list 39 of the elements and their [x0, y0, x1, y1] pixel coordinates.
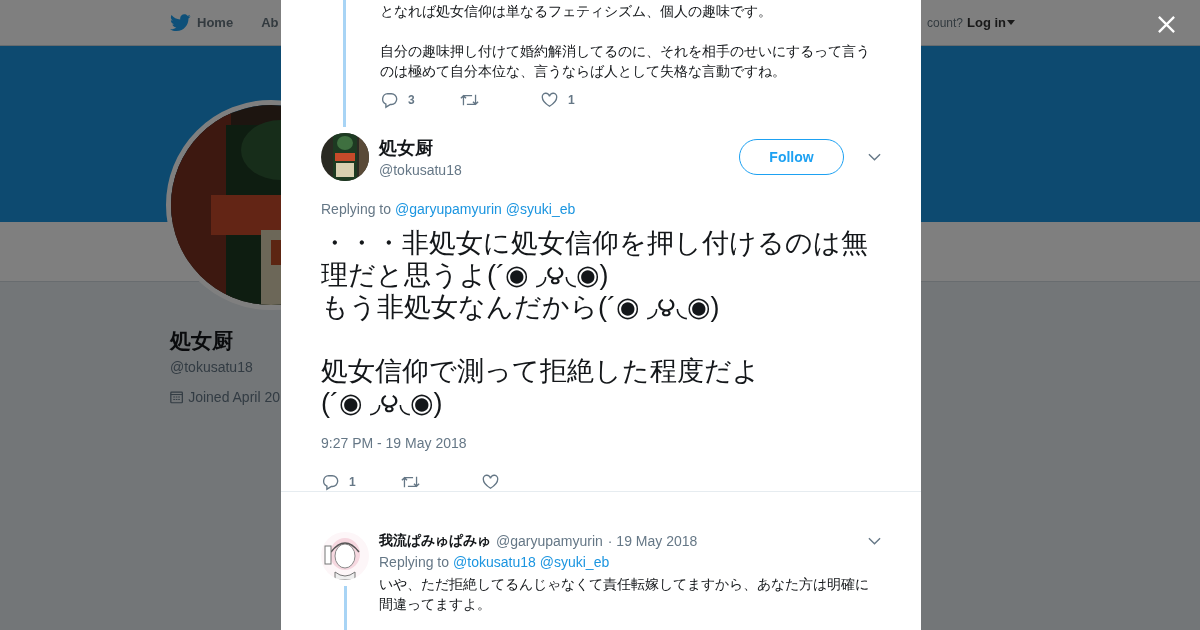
replying-label: Replying to: [379, 554, 450, 570]
tweet-text: もう非処女なんだから(´◉ ◞౪◟◉): [321, 291, 721, 323]
tweet-text: となれば処女信仰は単なるフェティシズム、個人の趣味です。: [380, 2, 773, 21]
reply-icon: [321, 473, 340, 491]
mention-link[interactable]: @syuki_eb: [539, 554, 610, 570]
like-button[interactable]: 1: [540, 91, 620, 109]
mention-link[interactable]: @syuki_eb: [505, 201, 576, 217]
mention-link[interactable]: @garyupamyurin: [395, 201, 502, 217]
chevron-icon[interactable]: [868, 153, 881, 161]
tweet-text: 処女信仰で測って拒絶した程度だよ: [321, 355, 761, 387]
tweet-text: ・・・非処女に処女信仰を押し付けるのは無理だと思うよ(´◉ ◞౪◟◉): [321, 227, 869, 291]
tweet-timestamp: 9:27 PM - 19 May 2018: [321, 435, 468, 451]
login-link[interactable]: Log in: [967, 15, 1015, 30]
mention-link[interactable]: @tokusatu18: [453, 554, 536, 570]
tweet-date: · 19 May 2018: [607, 533, 698, 549]
user-handle: @garyupamyurin: [496, 533, 603, 549]
user-handle: @tokusatu18: [379, 162, 463, 178]
close-icon[interactable]: [1157, 15, 1176, 34]
bird-icon: [170, 13, 191, 32]
heart-icon: [481, 473, 500, 491]
chevron-icon[interactable]: [868, 537, 881, 545]
profile-name: 処女厨: [170, 328, 233, 354]
login-prompt: count?: [926, 15, 963, 30]
caret-icon: [1007, 20, 1015, 25]
reply-icon: [380, 91, 399, 109]
user-name: 我流ぱみゅぱみゅ: [379, 532, 491, 550]
reply-button[interactable]: 1: [321, 473, 401, 491]
follow-button[interactable]: Follow: [739, 139, 844, 175]
joined-date: Joined April 20: [188, 389, 280, 405]
user-name: 処女厨: [379, 137, 434, 160]
tweet-text: 自分の趣味押し付けて婚約解消してるのに、それを相手のせいにするって言うのは極めて自分本位な、言うならば人として失格な言動ですね。: [380, 42, 871, 81]
tweet-text: いや、ただ拒絶してるんじゃなくて責任転嫁してますから、あなた方は明確に間違ってますよ。: [379, 575, 870, 614]
profile-handle: @tokusatu18: [170, 359, 253, 375]
tweet-text: (´◉ ◞౪◟◉): [321, 387, 444, 419]
heart-icon: [540, 91, 559, 109]
calendar-icon: [170, 389, 184, 405]
home-link[interactable]: Home: [170, 13, 234, 32]
reply-button[interactable]: 3: [380, 91, 460, 109]
nav-link[interactable]: Ab: [261, 15, 279, 30]
